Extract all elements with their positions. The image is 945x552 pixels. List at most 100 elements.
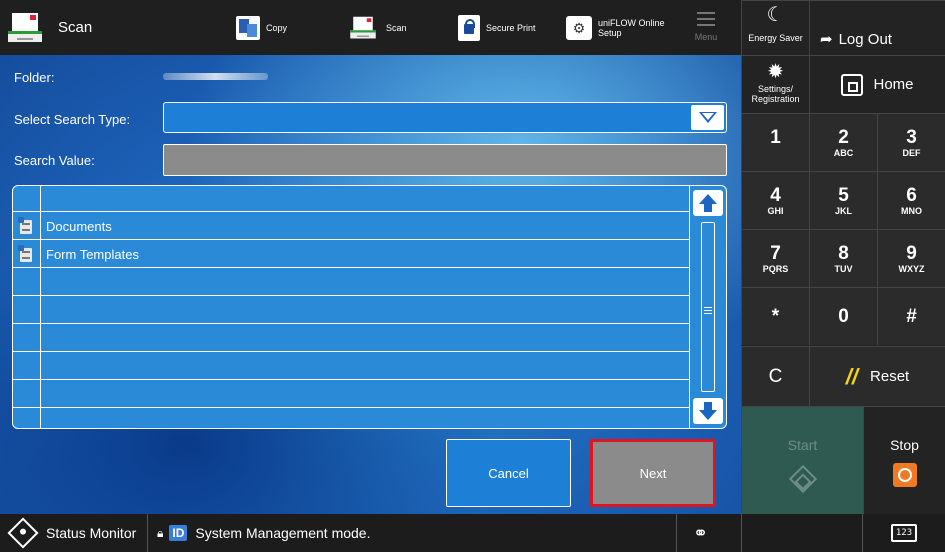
status-monitor-button[interactable]: Status Monitor — [7, 514, 137, 552]
divider — [676, 514, 677, 552]
remote-connect-icon: ⚭ — [693, 522, 709, 543]
empty-row — [13, 380, 690, 408]
folder-label: Folder: — [14, 70, 55, 85]
copy-button[interactable]: Copy — [236, 0, 287, 55]
cabinet-icon — [18, 245, 34, 263]
uniflow-icon: ⚙ — [566, 15, 592, 40]
keyboard-icon: 123 — [891, 524, 917, 542]
search-type-dropdown[interactable] — [163, 102, 727, 133]
search-value-input[interactable] — [163, 144, 727, 176]
search-value-label: Search Value: — [14, 153, 95, 168]
key-digit: 4 — [770, 185, 781, 206]
key-asterisk[interactable]: * — [741, 287, 809, 345]
scroll-grip-icon[interactable] — [704, 307, 712, 316]
reset-icon: // — [845, 363, 859, 389]
key-1[interactable]: 1 — [741, 113, 809, 171]
scan-button-label: Scan — [386, 22, 407, 33]
home-button[interactable]: Home — [809, 55, 945, 113]
key-hash[interactable]: # — [877, 287, 945, 345]
status-monitor-label: Status Monitor — [46, 525, 137, 541]
log-out-label: Log Out — [838, 30, 892, 48]
list-header — [13, 186, 690, 212]
status-message: System Management mode. — [195, 525, 371, 541]
home-label: Home — [873, 76, 914, 93]
key-letters: GHI — [767, 206, 784, 216]
list-item[interactable]: Form Templates — [13, 240, 690, 268]
scan-icon — [350, 16, 376, 39]
key-4[interactable]: 4 GHI — [741, 171, 809, 229]
clear-label: C — [768, 366, 783, 387]
key-2[interactable]: 2 ABC — [809, 113, 877, 171]
key-digit: 9 — [906, 243, 917, 264]
key-digit: 8 — [838, 243, 849, 264]
key-digit: 3 — [906, 127, 917, 148]
key-letters: WXYZ — [898, 264, 925, 274]
key-6[interactable]: 6 MNO — [877, 171, 945, 229]
energy-saver-button[interactable]: ☾ Energy Saver — [741, 0, 809, 55]
hamburger-icon — [697, 12, 715, 26]
key-digit: 1 — [770, 127, 781, 148]
stop-button[interactable]: Stop — [863, 406, 945, 514]
key-9[interactable]: 9 WXYZ — [877, 229, 945, 287]
empty-row — [13, 324, 690, 352]
scroll-down-arrow-icon[interactable] — [693, 398, 723, 424]
status-monitor-icon — [7, 517, 39, 549]
log-out-icon: ➦ — [820, 31, 833, 48]
next-button[interactable]: Next — [590, 439, 716, 507]
lock-icon: 🔒︎ — [157, 525, 164, 540]
start-icon — [788, 464, 817, 494]
key-letters: ABC — [833, 148, 854, 158]
key-letters: TUV — [834, 264, 853, 274]
copy-icon — [236, 15, 260, 40]
chevron-down-icon[interactable] — [691, 105, 724, 130]
list-scrollbar[interactable] — [689, 186, 726, 428]
home-icon — [841, 73, 864, 96]
remote-connect-button[interactable]: ⚭ — [693, 514, 708, 552]
cabinet-icon — [18, 217, 34, 235]
app-title: Scan — [8, 0, 228, 55]
energy-saver-label: Energy Saver — [748, 33, 803, 43]
stop-icon — [892, 463, 917, 487]
clear-button[interactable]: C — [741, 346, 809, 406]
key-8[interactable]: 8 TUV — [809, 229, 877, 287]
scroll-track[interactable] — [701, 222, 715, 392]
reset-label: Reset — [870, 368, 910, 385]
search-type-label: Select Search Type: — [14, 112, 131, 127]
settings-label-line2: Registration — [751, 94, 800, 104]
folder-list: Documents Form Templates — [12, 185, 727, 429]
menu-button[interactable]: Menu — [686, 0, 726, 55]
moon-icon: ☾ — [766, 4, 785, 26]
settings-registration-button[interactable]: ✹ Settings/ Registration — [741, 55, 809, 113]
key-5[interactable]: 5 JKL — [809, 171, 877, 229]
key-7[interactable]: 7 PQRS — [741, 229, 809, 287]
start-label: Start — [787, 437, 818, 453]
cancel-button[interactable]: Cancel — [446, 439, 571, 507]
list-item[interactable]: Documents — [13, 212, 690, 240]
gear-icon: ✹ — [767, 61, 784, 83]
uniflow-setup-button[interactable]: ⚙ uniFLOW Online Setup — [566, 0, 676, 55]
key-letters: PQRS — [762, 264, 789, 274]
key-digit: # — [906, 306, 917, 327]
key-letters: DEF — [902, 148, 921, 158]
key-0[interactable]: 0 — [809, 287, 877, 345]
page-title: Scan — [58, 19, 93, 36]
secure-print-button[interactable]: Secure Print — [458, 0, 536, 55]
divider — [862, 514, 863, 552]
start-button[interactable]: Start — [741, 406, 863, 514]
status-bar: Status Monitor 🔒︎ ID System Management m… — [0, 514, 945, 552]
reset-button[interactable]: // Reset — [809, 346, 945, 406]
key-digit: 2 — [838, 127, 849, 148]
empty-row — [13, 268, 690, 296]
log-out-button[interactable]: ➦ Log Out — [809, 0, 945, 55]
divider — [741, 514, 742, 552]
top-bar: Scan Copy Scan Secure Print ⚙ uniFLOW On… — [0, 0, 741, 55]
secure-print-label: Secure Print — [486, 22, 536, 33]
control-panel: ☾ Energy Saver ➦ Log Out ✹ Settings/ Reg… — [741, 0, 945, 514]
numeric-keypad-button[interactable]: 123 — [891, 514, 917, 552]
key-digit: 6 — [906, 185, 917, 206]
id-badge: ID — [169, 525, 188, 541]
key-3[interactable]: 3 DEF — [877, 113, 945, 171]
scroll-up-arrow-icon[interactable] — [693, 190, 723, 216]
scan-icon — [8, 12, 42, 43]
scan-shortcut-button[interactable]: Scan — [346, 0, 407, 55]
